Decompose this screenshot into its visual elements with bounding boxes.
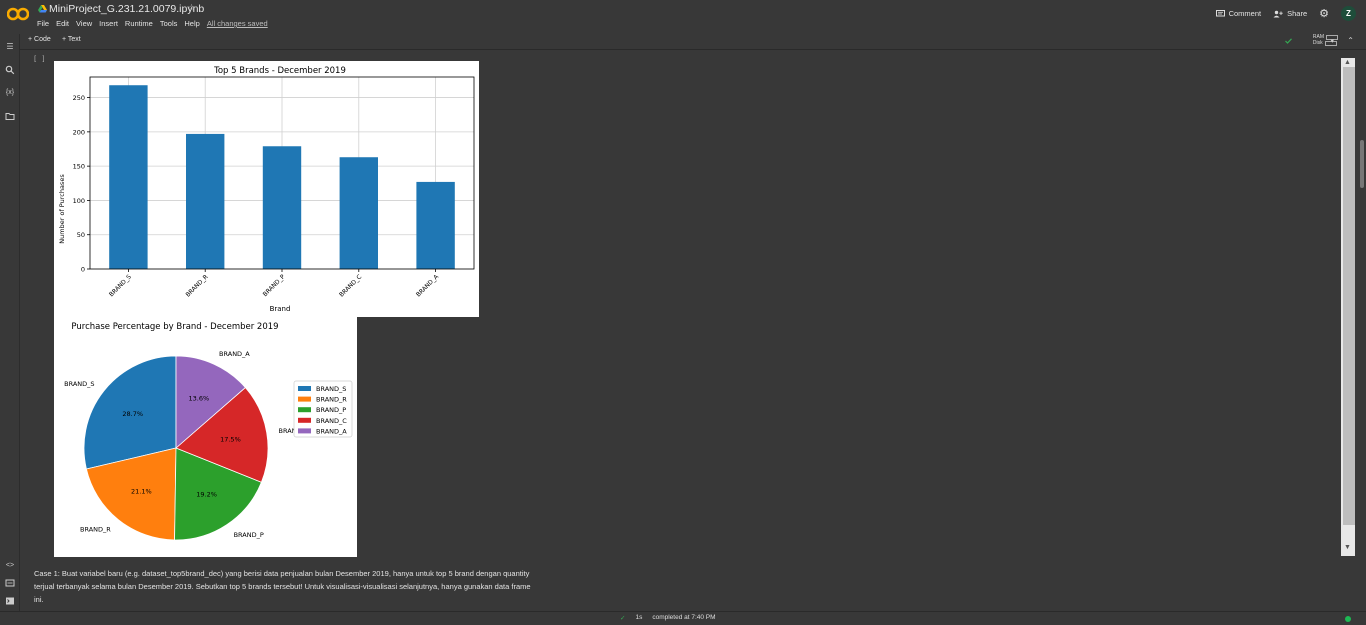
bar-brand-s (109, 85, 148, 269)
drive-icon (38, 5, 47, 13)
menu-file[interactable]: File (37, 19, 49, 28)
resource-monitor[interactable]: RAM Disk (1313, 34, 1338, 46)
pie-percent-label: 13.6% (189, 394, 210, 402)
menu-view[interactable]: View (76, 19, 92, 28)
legend-swatch (298, 428, 311, 434)
x-tick-label: BRAND_P (262, 273, 287, 298)
menu-bar: File Edit View Insert Runtime Tools Help… (37, 19, 268, 28)
runtime-dropdown-icon[interactable]: ▾ (1330, 37, 1334, 45)
bar-brand-p (262, 146, 302, 269)
pie-percent-label: 28.7% (122, 410, 143, 418)
pie-percent-label: 17.5% (220, 435, 241, 443)
execution-status[interactable]: ✓ 1s completed at 7:40 PM (620, 614, 716, 622)
menu-help[interactable]: Help (184, 19, 199, 28)
comment-button[interactable]: Comment (1215, 9, 1262, 18)
share-people-icon (1273, 10, 1283, 17)
x-tick-label: BRAND_C (338, 273, 363, 298)
add-code-button[interactable]: + Code (28, 36, 51, 43)
folder-icon[interactable] (5, 111, 15, 121)
cell-run-button[interactable]: [ ] (33, 55, 46, 63)
y-tick-label: 250 (73, 94, 85, 102)
menu-runtime[interactable]: Runtime (125, 19, 153, 28)
legend-swatch (298, 407, 311, 413)
x-tick-label: BRAND_R (185, 273, 210, 298)
pie-category-label: BRAND_R (80, 525, 111, 533)
star-icon[interactable]: ☆ (187, 3, 196, 14)
bar-brand-r (186, 133, 225, 269)
gear-icon: ⚙ (1319, 8, 1329, 20)
x-tick-label: BRAND_A (415, 273, 441, 299)
save-status[interactable]: All changes saved (207, 19, 268, 28)
bar-chart-title: Top 5 Brands - December 2019 (213, 66, 346, 76)
search-icon[interactable] (5, 65, 15, 75)
bar-brand-c (339, 157, 378, 269)
pie-chart: Purchase Percentage by Brand - December … (54, 317, 357, 557)
notebook-title[interactable]: MiniProject_G.231.21.0079.ipynb (49, 3, 204, 15)
legend-swatch (298, 386, 311, 391)
connection-status-dot (1345, 616, 1351, 622)
page-scrollbar-thumb[interactable] (1360, 140, 1364, 188)
y-tick-label: 200 (73, 128, 85, 136)
collapse-up-icon[interactable]: ⌃ (1347, 36, 1354, 45)
menu-tools[interactable]: Tools (160, 19, 178, 28)
legend-label: BRAND_P (316, 406, 346, 414)
pie-category-label: BRAND_A (219, 350, 250, 358)
status-bar: ✓ 1s completed at 7:40 PM (0, 611, 1366, 625)
legend-label: BRAND_S (316, 385, 346, 393)
terminal-icon[interactable] (5, 596, 15, 606)
legend-swatch (298, 417, 311, 423)
comment-icon (1215, 9, 1225, 16)
menu-insert[interactable]: Insert (99, 19, 118, 28)
bar-chart-ylabel: Number of Purchases (58, 174, 66, 244)
command-palette-icon[interactable] (5, 578, 15, 588)
top-bar: MiniProject_G.231.21.0079.ipynb ☆ File E… (0, 0, 1366, 34)
add-code-label: Code (34, 36, 51, 43)
add-text-label: Text (67, 36, 81, 43)
legend-swatch (298, 396, 311, 402)
y-tick-label: 150 (73, 163, 85, 171)
pie-category-label: BRAND_S (64, 380, 94, 388)
settings-button[interactable]: ⚙ (1319, 7, 1329, 20)
add-text-button[interactable]: + Text (62, 36, 81, 43)
left-sidebar: ☰ {x} <> (0, 34, 20, 611)
bar-chart-xlabel: Brand (270, 305, 291, 313)
connected-check-icon (1285, 38, 1292, 44)
disk-label: Disk (1312, 40, 1323, 46)
toc-icon[interactable]: ☰ (5, 42, 15, 52)
output-scrollbar-thumb[interactable] (1343, 67, 1355, 525)
colab-logo[interactable] (7, 6, 29, 22)
share-button[interactable]: Share (1273, 9, 1307, 18)
markdown-cell-text[interactable]: Case 1: Buat variabel baru (e.g. dataset… (34, 567, 534, 606)
pie-chart-svg: Purchase Percentage by Brand - December … (64, 322, 353, 541)
x-tick-label: BRAND_S (108, 273, 133, 298)
top-right-actions: Comment Share ⚙ Z (1215, 6, 1366, 21)
avatar[interactable]: Z (1341, 6, 1356, 21)
pie-category-label: BRAND_P (234, 531, 264, 539)
comment-label: Comment (1228, 9, 1262, 18)
pie-percent-label: 19.2% (196, 490, 217, 498)
status-duration: 1s (635, 614, 643, 621)
cell-toolbar: + Code + Text RAM Disk ▾ ⌃ (20, 34, 1366, 50)
code-snippets-icon[interactable]: <> (5, 561, 15, 571)
bar-brand-a (416, 181, 455, 269)
legend-label: BRAND_A (316, 427, 347, 435)
scroll-up-icon[interactable]: ▲ (1344, 59, 1351, 66)
y-tick-label: 50 (77, 231, 85, 239)
y-tick-label: 100 (73, 197, 85, 205)
y-tick-label: 0 (81, 266, 85, 274)
pie-percent-label: 21.1% (131, 487, 152, 495)
legend-label: BRAND_C (316, 417, 347, 425)
share-label: Share (1287, 9, 1308, 18)
bar-chart-svg: Top 5 Brands - December 2019 Brand Numbe… (58, 66, 475, 313)
status-check-icon: ✓ (620, 615, 626, 622)
pie-chart-title: Purchase Percentage by Brand - December … (71, 322, 278, 332)
scroll-down-icon[interactable]: ▼ (1344, 544, 1351, 551)
variables-icon[interactable]: {x} (5, 88, 15, 98)
bar-chart: Top 5 Brands - December 2019 Brand Numbe… (54, 61, 479, 317)
legend-label: BRAND_R (316, 396, 347, 404)
menu-edit[interactable]: Edit (56, 19, 69, 28)
status-completed: completed at 7:40 PM (652, 614, 716, 621)
